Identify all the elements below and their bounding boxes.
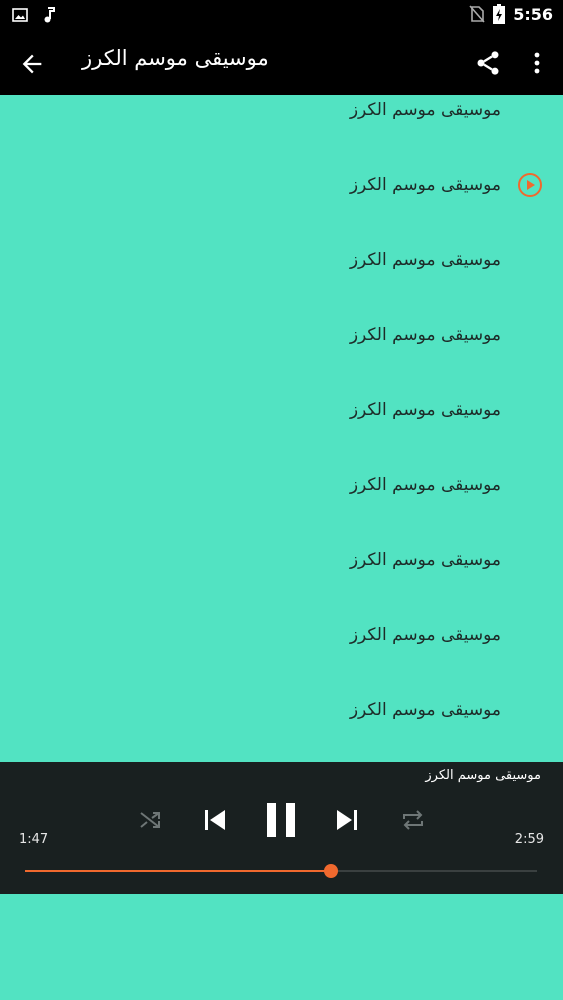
app-bar: موسيقى موسم الكرز xyxy=(0,32,563,95)
track-list-item[interactable]: موسيقى موسم الكرز xyxy=(0,373,563,448)
track-title: موسيقى موسم الكرز xyxy=(349,400,501,420)
track-list-item[interactable]: موسيقى موسم الكرز xyxy=(0,298,563,373)
track-title: موسيقى موسم الكرز xyxy=(349,550,501,570)
track-list-item[interactable]: موسيقى موسم الكرز xyxy=(0,148,563,223)
total-duration: 2:59 xyxy=(514,832,544,847)
track-list-item[interactable]: موسيقى موسم الكرز xyxy=(0,223,563,298)
image-icon xyxy=(12,8,28,22)
track-title: موسيقى موسم الكرز xyxy=(349,625,501,645)
skip-previous-icon[interactable] xyxy=(202,807,228,833)
track-list-item[interactable]: موسيقى موسم الكرز xyxy=(0,673,563,748)
seek-bar-progress xyxy=(25,870,332,872)
seek-bar[interactable] xyxy=(25,864,537,878)
track-title: موسيقى موسم الكرز xyxy=(349,700,501,720)
share-icon[interactable] xyxy=(474,49,502,77)
more-vert-icon[interactable] xyxy=(526,49,548,77)
skip-next-icon[interactable] xyxy=(334,807,360,833)
shuffle-icon[interactable] xyxy=(138,808,162,832)
status-time: 5:56 xyxy=(513,4,553,24)
status-bar: 5:56 xyxy=(0,0,563,32)
track-title: موسيقى موسم الكرز xyxy=(349,175,501,195)
track-list-item[interactable]: موسيقى موسم الكرز xyxy=(0,523,563,598)
track-title: موسيقى موسم الكرز xyxy=(349,475,501,495)
track-title: موسيقى موسم الكرز xyxy=(349,250,501,270)
page-title: موسيقى موسم الكرز xyxy=(82,46,269,70)
track-list-item[interactable]: موسيقى موسم الكرز xyxy=(0,95,563,148)
track-list: موسيقى موسم الكرز موسيقى موسم الكرز موسيقى… xyxy=(0,95,563,762)
now-playing-title: موسيقى موسم الكرز xyxy=(425,768,541,783)
battery-charging-icon xyxy=(493,4,506,24)
play-circle-icon xyxy=(518,173,542,197)
track-title: موسيقى موسم الكرز xyxy=(349,325,501,345)
track-list-item[interactable]: موسيقى موسم الكرز xyxy=(0,598,563,673)
track-title: موسيقى موسم الكرز xyxy=(349,100,501,120)
track-list-item[interactable]: موسيقى موسم الكرز xyxy=(0,448,563,523)
seek-bar-thumb[interactable] xyxy=(324,864,339,878)
arrow-left-icon[interactable] xyxy=(18,50,46,78)
no-sim-icon xyxy=(469,5,485,23)
player-panel: موسيقى موسم الكرز 1:47 2:59 xyxy=(0,762,563,894)
repeat-icon[interactable] xyxy=(400,808,426,832)
pause-icon[interactable] xyxy=(264,800,298,840)
music-note-icon xyxy=(44,7,55,23)
elapsed-time: 1:47 xyxy=(19,832,49,847)
